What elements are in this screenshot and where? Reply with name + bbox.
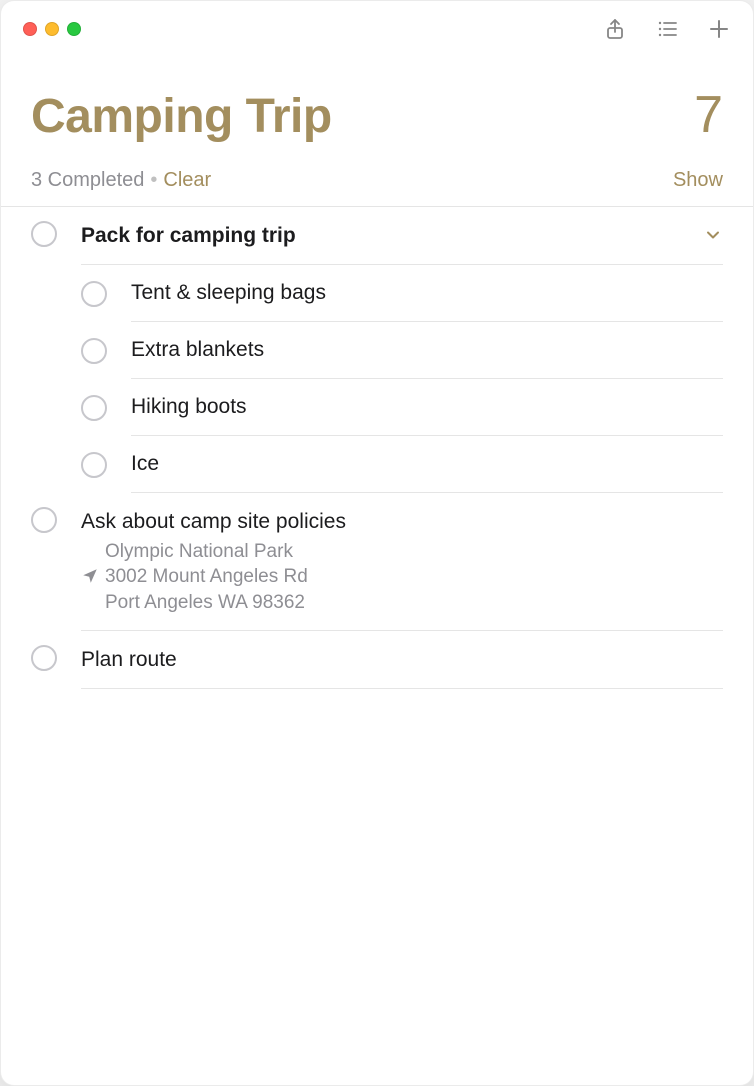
complete-toggle[interactable] [31, 645, 57, 671]
separator-dot: • [150, 169, 157, 192]
subtask-title: Ice [131, 436, 723, 493]
complete-toggle[interactable] [31, 221, 57, 247]
reminder-row[interactable]: Plan route [31, 631, 723, 689]
location-name: Olympic National Park [105, 539, 723, 565]
subtask-title: Tent & sleeping bags [131, 265, 723, 322]
subtask-title: Extra blankets [131, 322, 723, 379]
traffic-lights [23, 22, 81, 36]
complete-toggle[interactable] [81, 281, 107, 307]
complete-toggle[interactable] [81, 452, 107, 478]
location-icon [81, 567, 99, 585]
location-city: Port Angeles WA 98362 [105, 590, 723, 616]
close-button[interactable] [23, 22, 37, 36]
reminder-location: Olympic National Park 3002 Mount Angeles… [81, 539, 723, 616]
reminder-row[interactable]: Ask about camp site policies Olympic Nat… [31, 493, 723, 630]
clear-button[interactable]: Clear [163, 169, 211, 192]
share-icon[interactable] [603, 17, 627, 41]
subtask-list: Tent & sleeping bags Extra blankets Hiki… [81, 265, 723, 493]
titlebar [1, 1, 753, 57]
subtask-row[interactable]: Tent & sleeping bags [81, 265, 723, 322]
list-title: Camping Trip [31, 89, 332, 144]
complete-toggle[interactable] [31, 507, 57, 533]
status-left: 3 Completed • Clear [31, 169, 211, 192]
minimize-button[interactable] [45, 22, 59, 36]
add-icon[interactable] [707, 17, 731, 41]
chevron-down-icon[interactable] [703, 225, 723, 250]
complete-toggle[interactable] [81, 395, 107, 421]
subtask-title: Hiking boots [131, 379, 723, 436]
reminder-title: Ask about camp site policies [81, 507, 723, 536]
maximize-button[interactable] [67, 22, 81, 36]
location-street: 3002 Mount Angeles Rd [105, 564, 723, 590]
subtask-row[interactable]: Extra blankets [81, 322, 723, 379]
subtask-row[interactable]: Ice [81, 436, 723, 493]
reminder-title: Plan route [81, 645, 723, 674]
status-row: 3 Completed • Clear Show [1, 153, 753, 207]
reminder-title: Pack for camping trip [81, 221, 723, 250]
reminder-row[interactable]: Pack for camping trip [31, 207, 723, 265]
reminders-window: Camping Trip 7 3 Completed • Clear Show … [0, 0, 754, 1086]
toolbar [603, 17, 731, 41]
list-count: 7 [694, 85, 723, 145]
complete-toggle[interactable] [81, 338, 107, 364]
completed-count: 3 Completed [31, 169, 144, 192]
list-header: Camping Trip 7 [1, 57, 753, 153]
subtask-row[interactable]: Hiking boots [81, 379, 723, 436]
reminder-list: Pack for camping trip Tent & sleeping ba… [1, 207, 753, 689]
show-completed-button[interactable]: Show [673, 169, 723, 192]
list-view-icon[interactable] [655, 17, 679, 41]
